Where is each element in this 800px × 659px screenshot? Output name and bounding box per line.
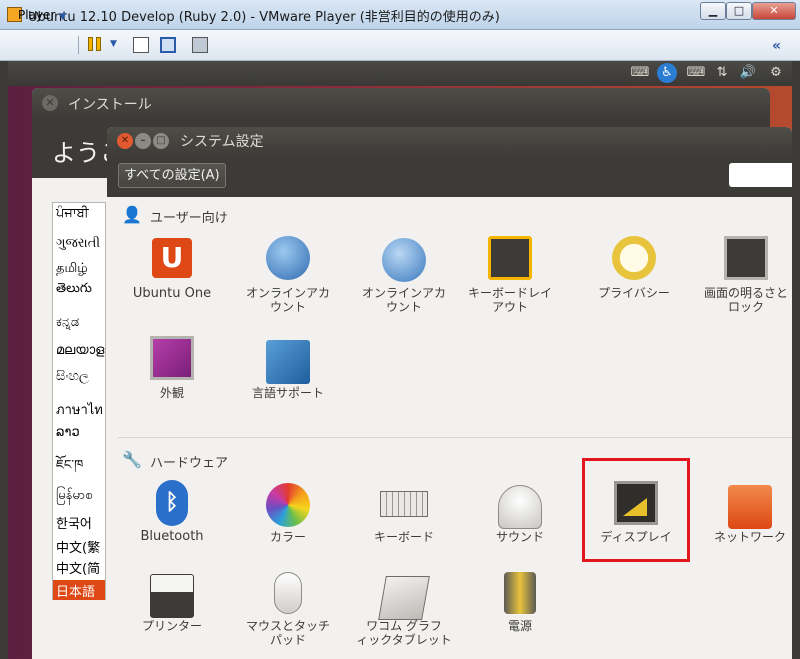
- keyboard-layout-icon[interactable]: ⌨: [684, 63, 708, 83]
- language-item[interactable]: 中文(简: [56, 558, 100, 577]
- chevron-down-icon: ▼: [59, 12, 67, 22]
- accessibility-icon[interactable]: ♿: [657, 63, 677, 83]
- privacy-icon: [612, 236, 656, 280]
- language-item[interactable]: ਪੰਜਾਬੀ: [56, 206, 89, 221]
- keyboard-icon: [380, 491, 428, 517]
- settings-item-label: 電源: [507, 619, 532, 633]
- maximize-button[interactable]: □: [726, 2, 752, 20]
- display-highlight-box: [582, 458, 690, 562]
- online-accounts-icon: [382, 238, 426, 282]
- settings-title: システム設定: [180, 134, 264, 150]
- selected-language-label: 日本語: [56, 585, 96, 600]
- settings-item-label: プライバシー: [598, 286, 670, 300]
- language-item[interactable]: සිංහල: [56, 369, 89, 384]
- settings-item-label: Bluetooth: [140, 529, 204, 544]
- appearance-icon: [150, 336, 194, 380]
- printer-icon: [150, 574, 194, 618]
- language-item[interactable]: తెలుగు: [56, 281, 92, 299]
- settings-item-label: キーボード: [373, 530, 434, 544]
- all-settings-button[interactable]: すべての設定(A): [118, 163, 226, 188]
- wacom-tablet-icon: [378, 576, 430, 620]
- collapse-toolbar-button[interactable]: «: [772, 38, 781, 54]
- gear-icon[interactable]: ⚙: [766, 63, 786, 83]
- settings-item-label: オンラインアカ ウント: [245, 286, 330, 314]
- settings-item-label: キーボードレイ アウト: [467, 286, 552, 314]
- settings-item-label: マウスとタッチ パッド: [245, 619, 330, 647]
- minimize-icon[interactable]: –: [135, 133, 151, 149]
- network-devices-icon[interactable]: [133, 37, 149, 53]
- settings-item-label: オンラインアカ ウント: [361, 286, 446, 314]
- language-item[interactable]: മലയാളം: [56, 343, 105, 358]
- maximize-icon[interactable]: □: [153, 133, 169, 149]
- settings-item-label: Ubuntu One: [132, 286, 212, 301]
- language-item[interactable]: ภาษาไท: [56, 399, 103, 420]
- unity-mode-icon[interactable]: [192, 37, 208, 53]
- settings-search-input[interactable]: [729, 163, 792, 187]
- pause-button[interactable]: [88, 37, 104, 53]
- bluetooth-icon: ᛒ: [156, 480, 188, 526]
- network-icon: [728, 485, 772, 529]
- language-item-selected[interactable]: 日本語: [53, 580, 105, 600]
- section-divider: [118, 437, 792, 438]
- settings-item-label: ワコム グラフ ィックタブレット: [356, 619, 452, 647]
- minimize-button[interactable]: ▁: [700, 2, 726, 20]
- keyboard-icon[interactable]: ⌨: [628, 63, 652, 83]
- vmware-toolbar: [0, 30, 800, 61]
- settings-item-label: カラー: [269, 530, 306, 544]
- sound-icon: [498, 485, 542, 529]
- fullscreen-icon[interactable]: [160, 37, 176, 53]
- language-item[interactable]: ລາວ: [56, 425, 80, 440]
- keyboard-layout-icon: [488, 236, 532, 280]
- installer-title: インストール: [68, 97, 152, 113]
- network-icon[interactable]: ⇅: [712, 63, 732, 83]
- wrench-icon: 🔧: [122, 450, 142, 469]
- user-icon: 👤: [122, 205, 142, 224]
- language-item[interactable]: தமிழ்: [56, 261, 88, 277]
- section-hardware-title: ハードウェア: [150, 456, 229, 471]
- settings-item-label: 画面の明るさと ロック: [703, 286, 788, 314]
- settings-item-label: サウンド: [495, 530, 544, 544]
- chevron-down-icon[interactable]: ▼: [110, 39, 117, 49]
- player-menu[interactable]: Player ▼: [18, 8, 66, 22]
- color-icon: [266, 483, 310, 527]
- settings-item-label: ネットワーク: [713, 530, 786, 544]
- window-title: Ubuntu 12.10 Develop (Ruby 2.0) - VMware…: [28, 10, 500, 25]
- language-item[interactable]: ગુજરાતી: [56, 236, 100, 251]
- mouse-touchpad-icon: [274, 572, 302, 614]
- language-item[interactable]: ཇོང་ཁ: [56, 450, 83, 487]
- volume-icon[interactable]: 🔊: [738, 63, 758, 83]
- settings-item-label: プリンター: [141, 619, 202, 633]
- power-icon: [504, 572, 536, 614]
- online-accounts-icon: [266, 236, 310, 280]
- section-personal-title: ユーザー向け: [150, 211, 228, 226]
- settings-item-label: 外観: [159, 386, 184, 400]
- installer-close-icon[interactable]: ✕: [42, 95, 58, 111]
- language-item[interactable]: 中文(繁: [56, 537, 100, 556]
- language-item[interactable]: ಕನ್ನಡ: [56, 315, 79, 330]
- brightness-lock-icon: [724, 236, 768, 280]
- language-support-icon: [266, 340, 310, 384]
- ubuntu-one-icon: U: [152, 238, 192, 278]
- language-item[interactable]: မြန်မာစ: [56, 487, 92, 506]
- settings-item-label: 言語サポート: [251, 386, 324, 400]
- close-icon[interactable]: ✕: [117, 133, 133, 149]
- toolbar-divider: [78, 36, 79, 54]
- player-menu-label: Player: [18, 8, 56, 22]
- close-button[interactable]: ✕: [752, 2, 796, 20]
- language-item[interactable]: 한국어: [56, 513, 92, 532]
- language-list[interactable]: ਪੰਜਾਬੀ ગુજરાતી தமிழ் తెలుగు ಕನ್ನಡ മലയാളം…: [52, 202, 106, 600]
